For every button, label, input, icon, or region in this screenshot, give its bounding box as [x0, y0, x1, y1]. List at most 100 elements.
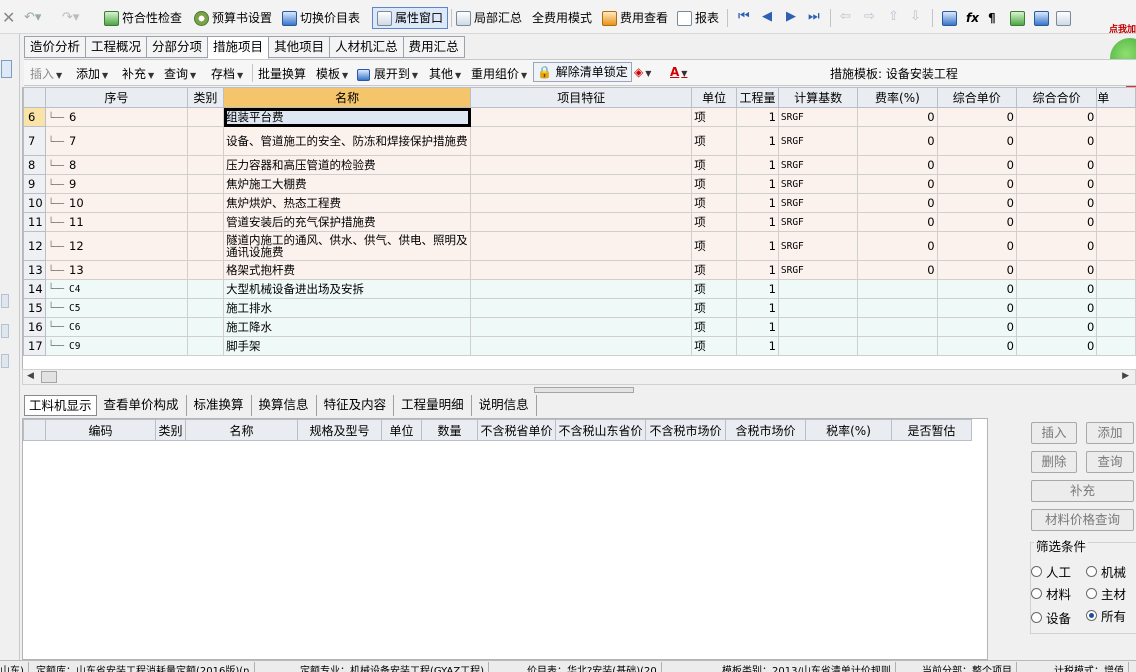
unit-price-cell[interactable]: 0 — [936, 336, 1017, 356]
header-is-provisional[interactable]: 是否暂估 — [891, 419, 972, 441]
table-row[interactable]: 12 └── 12 隧道内施工的通风、供水、供气、供电、照明及通讯设施费 项 1 … — [23, 231, 1136, 261]
seq-cell[interactable]: └── 6 — [44, 107, 188, 127]
header-name[interactable]: 名称 — [223, 87, 472, 108]
row-number[interactable]: 11 — [23, 212, 46, 232]
feature-cell[interactable] — [470, 231, 693, 261]
table-row[interactable]: 10 └── 10 焦炉烘炉、热态工程费 项 1 SRGF 0 0 0 — [23, 193, 1136, 213]
tab-project-overview[interactable]: 工程概况 — [86, 36, 148, 58]
overflow-cell[interactable] — [1096, 126, 1136, 156]
category-cell[interactable] — [186, 336, 225, 356]
cost-view-button[interactable]: 费用查看 — [602, 8, 668, 28]
qty-cell[interactable]: 1 — [736, 126, 779, 156]
move-up-icon[interactable]: ⇧ — [888, 9, 899, 24]
total-cell[interactable]: 0 — [1015, 155, 1098, 175]
total-cell[interactable]: 0 — [1015, 174, 1098, 194]
move-left-icon[interactable]: ⇦ — [840, 9, 851, 24]
first-record-icon[interactable]: ⏮ — [738, 9, 750, 24]
name-cell[interactable]: 格架式抱杆费 — [223, 260, 472, 280]
budget-settings-button[interactable]: 预算书设置 — [194, 8, 272, 28]
unit-cell[interactable]: 项 — [691, 336, 738, 356]
category-cell[interactable] — [186, 298, 225, 318]
name-cell[interactable]: 焦炉烘炉、热态工程费 — [223, 193, 472, 213]
feature-cell[interactable] — [470, 155, 693, 175]
full-cost-mode-button[interactable]: 全费用模式 — [532, 8, 592, 28]
qty-cell[interactable]: 1 — [736, 155, 779, 175]
unit-price-cell[interactable]: 0 — [936, 193, 1017, 213]
unit-cell[interactable]: 项 — [691, 298, 738, 318]
compliance-check-button[interactable]: 符合性检查 — [104, 8, 182, 28]
base-cell[interactable]: SRGF — [777, 260, 859, 280]
filter-labor-radio[interactable]: 人工 — [1031, 562, 1071, 581]
rate-cell[interactable] — [857, 317, 938, 337]
report-button[interactable]: 报表 — [677, 8, 719, 28]
unit-cell[interactable]: 项 — [691, 212, 738, 232]
filter-equipment-radio[interactable]: 设备 — [1031, 608, 1071, 627]
undo-icon[interactable]: ↶▾ — [24, 8, 41, 28]
tab-conversion-info[interactable]: 换算信息 — [252, 395, 317, 416]
unit-price-cell[interactable]: 0 — [936, 212, 1017, 232]
tab-cost-summary[interactable]: 费用汇总 — [403, 36, 465, 58]
header-code[interactable]: 编码 — [45, 419, 156, 441]
base-cell[interactable]: SRGF — [777, 126, 859, 156]
scroll-left-icon[interactable]: ◀ — [27, 371, 34, 381]
header-in-tax-market[interactable]: 含税市场价 — [725, 419, 806, 441]
rate-cell[interactable] — [857, 279, 938, 299]
fill-color-icon[interactable]: ◈ ▼ — [634, 65, 651, 79]
category-cell[interactable] — [186, 231, 225, 261]
table-row[interactable]: 9 └── 9 焦炉施工大棚费 项 1 SRGF 0 0 0 — [23, 174, 1136, 194]
unit-cell[interactable]: 项 — [691, 279, 738, 299]
overflow-cell[interactable] — [1096, 231, 1136, 261]
supplement-button[interactable]: 补充 — [1031, 480, 1134, 502]
batch-convert-button[interactable]: 批量换算 — [258, 65, 306, 82]
base-cell[interactable]: SRGF — [777, 231, 859, 261]
header-ex-tax-province[interactable]: 不含税省单价 — [477, 419, 556, 441]
feature-cell[interactable] — [470, 317, 693, 337]
scroll-right-icon[interactable]: ▶ — [1122, 371, 1129, 381]
tab-sub-items[interactable]: 分部分项 — [147, 36, 209, 58]
rate-cell[interactable]: 0 — [857, 155, 938, 175]
name-cell[interactable]: 施工降水 — [223, 317, 472, 337]
filter-machine-radio[interactable]: 机械 — [1086, 562, 1126, 581]
header-ex-tax-market[interactable]: 不含税市场价 — [645, 419, 726, 441]
tab-measure-items[interactable]: 措施项目 — [208, 36, 270, 59]
add-menu[interactable]: 添加 ▼ — [76, 65, 108, 82]
gutter-tab[interactable] — [1, 294, 9, 308]
table-row[interactable]: 7 └── 7 设备、管道施工的安全、防冻和焊接保护措施费 项 1 SRGF 0 … — [23, 126, 1136, 156]
header-category[interactable]: 类别 — [186, 87, 225, 108]
header-overflow[interactable]: 单 — [1096, 87, 1136, 108]
category-cell[interactable] — [186, 317, 225, 337]
tab-features-content[interactable]: 特征及内容 — [317, 395, 395, 416]
table-row[interactable]: 13 └── 13 格架式抱杆费 项 1 SRGF 0 0 0 — [23, 260, 1136, 280]
header-rate[interactable]: 费率(%) — [857, 87, 938, 108]
overflow-cell[interactable] — [1096, 260, 1136, 280]
row-number[interactable]: 6 — [23, 107, 46, 127]
total-cell[interactable]: 0 — [1015, 317, 1098, 337]
header-seq[interactable]: 序号 — [44, 87, 188, 108]
seq-cell[interactable]: └── C5 — [44, 298, 188, 318]
name-cell[interactable]: 组装平台费 — [223, 107, 472, 127]
unit-price-cell[interactable]: 0 — [936, 126, 1017, 156]
table-row[interactable]: 6 └── 6 组装平台费 项 1 SRGF 0 0 0 — [23, 107, 1136, 127]
header-quantity[interactable]: 数量 — [421, 419, 478, 441]
overflow-cell[interactable] — [1096, 193, 1136, 213]
list-icon[interactable] — [1056, 8, 1071, 28]
add-button[interactable]: 添加 — [1086, 422, 1134, 444]
gutter-tab[interactable] — [1, 324, 9, 338]
tab-cost-analysis[interactable]: 造价分析 — [24, 36, 87, 58]
rate-cell[interactable] — [857, 298, 938, 318]
seq-cell[interactable]: └── 9 — [44, 174, 188, 194]
row-number[interactable]: 12 — [23, 231, 46, 261]
pin-icon[interactable] — [1, 60, 12, 78]
unit-cell[interactable]: 项 — [691, 155, 738, 175]
base-cell[interactable] — [777, 279, 859, 299]
property-window-button[interactable]: 属性窗口 — [372, 7, 449, 29]
row-number[interactable]: 9 — [23, 174, 46, 194]
base-cell[interactable]: SRGF — [777, 174, 859, 194]
filter-material-radio[interactable]: 材料 — [1031, 584, 1071, 603]
seq-cell[interactable]: └── 12 — [44, 231, 188, 261]
header-feature[interactable]: 项目特征 — [470, 87, 693, 108]
unit-cell[interactable]: 项 — [691, 107, 738, 127]
qty-cell[interactable]: 1 — [736, 107, 779, 127]
close-icon[interactable]: ✕ — [2, 8, 15, 28]
qty-cell[interactable]: 1 — [736, 212, 779, 232]
